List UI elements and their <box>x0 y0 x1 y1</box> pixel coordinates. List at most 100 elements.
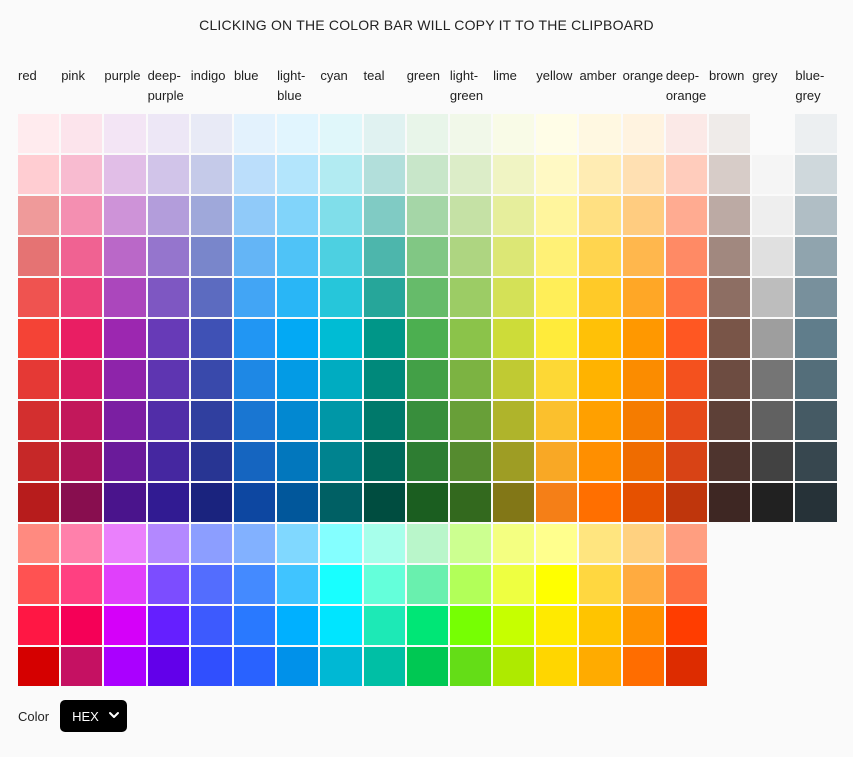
color-swatch[interactable] <box>277 360 319 399</box>
color-swatch[interactable] <box>449 278 492 317</box>
color-swatch[interactable] <box>665 442 707 481</box>
color-swatch[interactable] <box>493 114 535 153</box>
color-swatch[interactable] <box>61 155 103 194</box>
color-swatch[interactable] <box>147 114 189 153</box>
color-swatch[interactable] <box>536 196 578 235</box>
color-swatch[interactable] <box>449 360 492 399</box>
color-swatch[interactable] <box>536 114 578 153</box>
color-swatch[interactable] <box>752 401 794 440</box>
color-swatch[interactable] <box>363 278 405 317</box>
color-swatch[interactable] <box>579 565 621 604</box>
color-swatch[interactable] <box>363 319 405 358</box>
color-swatch[interactable] <box>320 647 362 686</box>
color-swatch[interactable] <box>363 483 405 522</box>
color-swatch[interactable] <box>61 565 103 604</box>
color-swatch[interactable] <box>104 483 146 522</box>
color-swatch[interactable] <box>493 442 535 481</box>
color-swatch[interactable] <box>665 524 707 563</box>
color-swatch[interactable] <box>18 647 60 686</box>
color-swatch[interactable] <box>493 565 535 604</box>
color-swatch[interactable] <box>493 155 535 194</box>
color-swatch[interactable] <box>61 442 103 481</box>
color-swatch[interactable] <box>190 278 232 317</box>
color-swatch[interactable] <box>320 483 362 522</box>
color-swatch[interactable] <box>277 483 319 522</box>
color-swatch[interactable] <box>665 155 707 194</box>
color-swatch[interactable] <box>449 401 492 440</box>
color-swatch[interactable] <box>622 606 664 645</box>
color-swatch[interactable] <box>18 442 60 481</box>
color-swatch[interactable] <box>795 319 837 358</box>
color-swatch[interactable] <box>233 647 276 686</box>
color-swatch[interactable] <box>493 401 535 440</box>
color-swatch[interactable] <box>406 524 448 563</box>
color-swatch[interactable] <box>449 606 492 645</box>
color-swatch[interactable] <box>449 442 492 481</box>
color-swatch[interactable] <box>622 565 664 604</box>
color-swatch[interactable] <box>147 401 189 440</box>
color-swatch[interactable] <box>104 196 146 235</box>
color-swatch[interactable] <box>665 360 707 399</box>
color-swatch[interactable] <box>104 360 146 399</box>
color-swatch[interactable] <box>277 401 319 440</box>
color-swatch[interactable] <box>752 155 794 194</box>
color-swatch[interactable] <box>493 360 535 399</box>
color-swatch[interactable] <box>147 278 189 317</box>
color-swatch[interactable] <box>795 196 837 235</box>
color-swatch[interactable] <box>277 196 319 235</box>
color-swatch[interactable] <box>320 360 362 399</box>
color-swatch[interactable] <box>233 155 276 194</box>
color-swatch[interactable] <box>190 114 232 153</box>
color-swatch[interactable] <box>277 442 319 481</box>
color-swatch[interactable] <box>320 196 362 235</box>
color-swatch[interactable] <box>622 319 664 358</box>
color-swatch[interactable] <box>795 278 837 317</box>
color-swatch[interactable] <box>18 155 60 194</box>
color-swatch[interactable] <box>665 401 707 440</box>
color-swatch[interactable] <box>622 278 664 317</box>
color-swatch[interactable] <box>363 442 405 481</box>
color-swatch[interactable] <box>493 647 535 686</box>
color-swatch[interactable] <box>363 565 405 604</box>
color-swatch[interactable] <box>536 319 578 358</box>
color-swatch[interactable] <box>579 114 621 153</box>
color-swatch[interactable] <box>406 196 448 235</box>
color-swatch[interactable] <box>406 278 448 317</box>
color-swatch[interactable] <box>579 319 621 358</box>
color-swatch[interactable] <box>406 360 448 399</box>
color-swatch[interactable] <box>493 237 535 276</box>
color-swatch[interactable] <box>795 114 837 153</box>
color-swatch[interactable] <box>147 647 189 686</box>
color-swatch[interactable] <box>579 196 621 235</box>
color-swatch[interactable] <box>709 155 751 194</box>
color-swatch[interactable] <box>277 155 319 194</box>
color-swatch[interactable] <box>320 278 362 317</box>
color-swatch[interactable] <box>233 565 276 604</box>
color-swatch[interactable] <box>449 196 492 235</box>
color-swatch[interactable] <box>406 319 448 358</box>
color-swatch[interactable] <box>190 319 232 358</box>
color-swatch[interactable] <box>104 114 146 153</box>
color-swatch[interactable] <box>579 442 621 481</box>
color-swatch[interactable] <box>536 360 578 399</box>
color-swatch[interactable] <box>61 360 103 399</box>
color-swatch[interactable] <box>536 155 578 194</box>
color-swatch[interactable] <box>363 155 405 194</box>
color-swatch[interactable] <box>493 278 535 317</box>
color-swatch[interactable] <box>709 360 751 399</box>
color-swatch[interactable] <box>233 319 276 358</box>
color-swatch[interactable] <box>320 114 362 153</box>
color-swatch[interactable] <box>709 401 751 440</box>
color-swatch[interactable] <box>320 401 362 440</box>
color-swatch[interactable] <box>795 442 837 481</box>
color-swatch[interactable] <box>449 155 492 194</box>
color-swatch[interactable] <box>406 606 448 645</box>
color-swatch[interactable] <box>277 237 319 276</box>
color-swatch[interactable] <box>233 278 276 317</box>
color-swatch[interactable] <box>190 360 232 399</box>
color-swatch[interactable] <box>147 606 189 645</box>
color-swatch[interactable] <box>449 319 492 358</box>
color-swatch[interactable] <box>752 319 794 358</box>
color-swatch[interactable] <box>493 483 535 522</box>
color-swatch[interactable] <box>233 524 276 563</box>
